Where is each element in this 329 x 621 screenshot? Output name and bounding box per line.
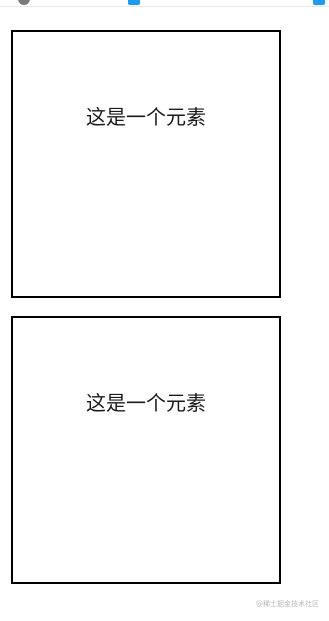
bookmark-icon[interactable] <box>313 0 325 5</box>
bookmark-icon[interactable] <box>128 0 140 5</box>
element-box-2: 这是一个元素 <box>11 316 281 584</box>
element-box-1: 这是一个元素 <box>11 30 281 298</box>
element-label: 这是一个元素 <box>86 391 206 415</box>
github-icon[interactable] <box>18 0 30 5</box>
watermark: @稀土掘金技术社区 <box>256 600 319 608</box>
bookmarks-bar <box>0 0 329 7</box>
element-label: 这是一个元素 <box>86 105 206 129</box>
